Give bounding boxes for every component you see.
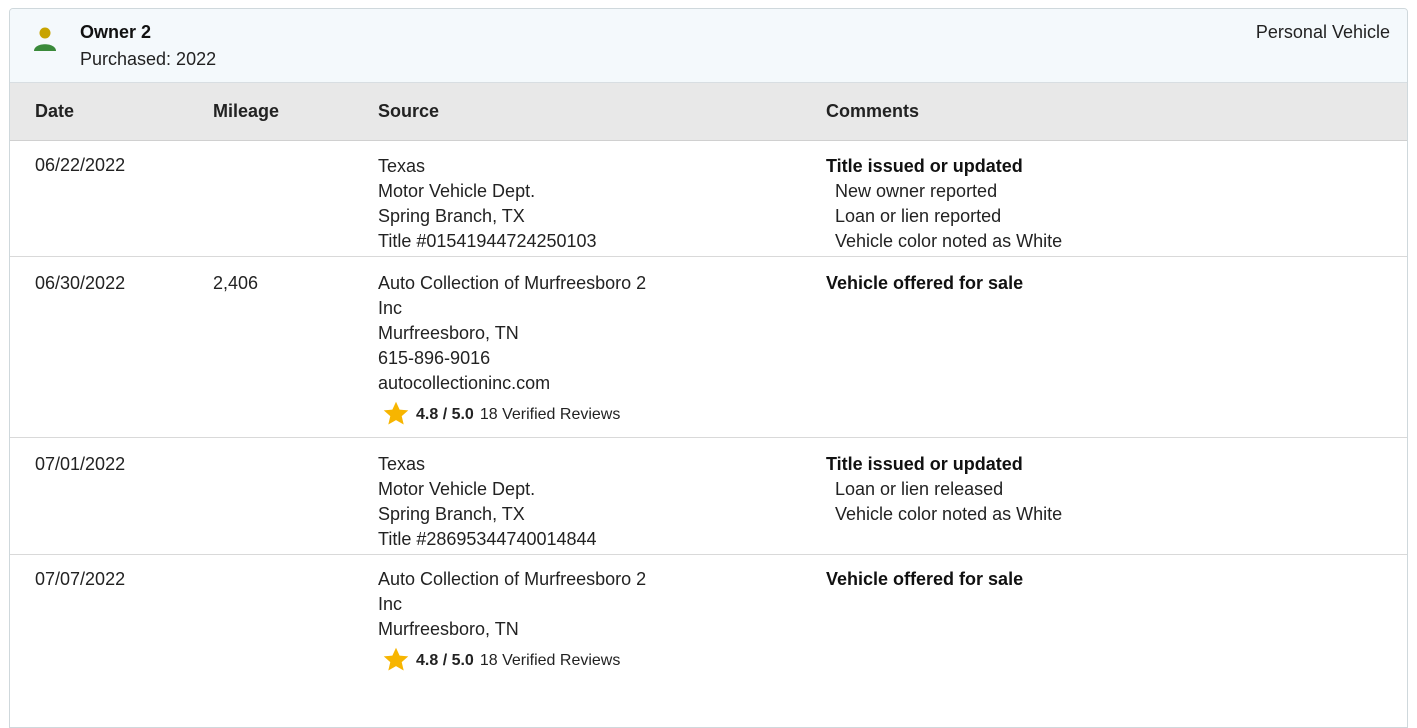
source-line: Title #01541944724250103 — [378, 231, 597, 251]
source-line: 615-896-9016 — [378, 348, 491, 368]
table-row: 07/07/2022 Auto Collection of Murfreesbo… — [10, 555, 1407, 715]
row-comments: Vehicle offered for sale — [826, 271, 1023, 296]
owner-history-card: Owner 2 Purchased: 2022 Personal Vehicle… — [9, 8, 1408, 728]
row-source: Auto Collection of Murfreesboro 2 Inc Mu… — [378, 271, 646, 428]
dealer-rating[interactable]: 4.8 / 5.0 18 Verified Reviews — [378, 400, 646, 428]
source-line: Murfreesboro, TN — [378, 323, 519, 343]
row-source: Texas Motor Vehicle Dept. Spring Branch,… — [378, 452, 597, 552]
source-line: Auto Collection of Murfreesboro 2 — [378, 569, 647, 589]
comment-item: Loan or lien reported — [835, 206, 1002, 226]
owner-purchased: Purchased: 2022 — [80, 49, 217, 69]
source-line: Title #28695344740014844 — [378, 529, 597, 549]
table-header: Date Mileage Source Comments — [10, 83, 1407, 141]
comment-item: Vehicle color noted as White — [835, 231, 1063, 251]
header-date: Date — [35, 101, 75, 121]
star-icon — [383, 401, 409, 425]
comment-title: Title issued or updated — [826, 454, 1023, 474]
rating-reviews: 18 Verified Reviews — [479, 405, 621, 423]
comment-item: Vehicle color noted as White — [835, 504, 1063, 524]
row-comments: Title issued or updated New owner report… — [826, 154, 1062, 254]
row-date: 07/01/2022 — [35, 454, 126, 474]
comment-item: Loan or lien released — [835, 479, 1004, 499]
comment-title: Vehicle offered for sale — [826, 273, 1024, 293]
row-mileage: 2,406 — [213, 273, 259, 293]
table-row: 06/30/2022 2,406 Auto Collection of Murf… — [10, 257, 1407, 438]
source-line: Spring Branch, TX — [378, 504, 525, 524]
source-line: Inc — [378, 594, 403, 614]
source-line: Inc — [378, 298, 403, 318]
dealer-website-link[interactable]: autocollectioninc.com — [378, 371, 646, 396]
comment-title: Vehicle offered for sale — [826, 569, 1024, 589]
row-comments: Title issued or updated Loan or lien rel… — [826, 452, 1062, 527]
header-source: Source — [378, 101, 440, 121]
row-comments: Vehicle offered for sale — [826, 567, 1023, 592]
owner-title: Owner 2 — [80, 22, 152, 42]
header-mileage: Mileage — [213, 101, 280, 121]
comment-item: New owner reported — [835, 181, 998, 201]
owner-header: Owner 2 Purchased: 2022 Personal Vehicle — [10, 9, 1407, 83]
comment-title: Title issued or updated — [826, 156, 1023, 176]
source-line: Motor Vehicle Dept. — [378, 181, 536, 201]
rating-reviews: 18 Verified Reviews — [479, 651, 621, 669]
table-row: 06/22/2022 Texas Motor Vehicle Dept. Spr… — [10, 141, 1407, 257]
table-row: 07/01/2022 Texas Motor Vehicle Dept. Spr… — [10, 438, 1407, 555]
source-line: Texas — [378, 156, 426, 176]
row-date: 07/07/2022 — [35, 569, 126, 589]
row-date: 06/30/2022 — [35, 273, 126, 293]
row-date: 06/22/2022 — [35, 155, 126, 175]
person-icon — [34, 27, 56, 51]
dealer-rating[interactable]: 4.8 / 5.0 18 Verified Reviews — [378, 646, 646, 674]
source-line: Motor Vehicle Dept. — [378, 479, 536, 499]
source-line: Texas — [378, 454, 426, 474]
row-source: Auto Collection of Murfreesboro 2 Inc Mu… — [378, 567, 646, 674]
rating-score: 4.8 / 5.0 — [416, 651, 474, 669]
star-icon — [383, 647, 409, 671]
source-line: Spring Branch, TX — [378, 206, 525, 226]
header-comments: Comments — [826, 101, 920, 121]
owner-vehicle-type: Personal Vehicle — [1255, 22, 1390, 42]
source-line: Auto Collection of Murfreesboro 2 — [378, 273, 647, 293]
row-source: Texas Motor Vehicle Dept. Spring Branch,… — [378, 154, 597, 254]
source-line: Murfreesboro, TN — [378, 619, 519, 639]
rating-score: 4.8 / 5.0 — [416, 405, 474, 423]
